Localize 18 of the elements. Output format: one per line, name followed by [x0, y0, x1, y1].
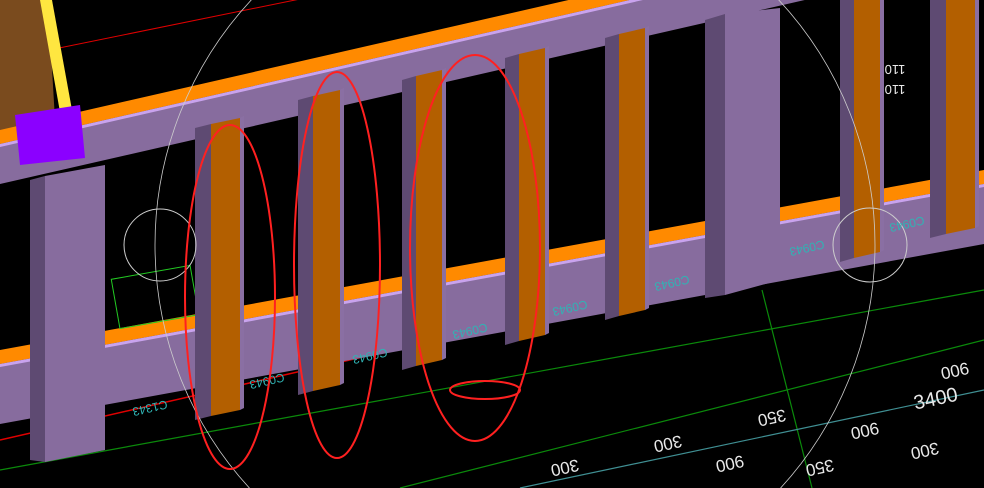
- dimension-text: 900: [849, 418, 881, 443]
- dimension-text: 3400: [912, 384, 960, 415]
- beam-label: C1343: [131, 397, 169, 419]
- beam-label: C0943: [888, 213, 926, 235]
- dimension-text: 350: [804, 455, 836, 480]
- beam-label: C0943: [351, 345, 389, 367]
- dimension-text: 300: [652, 431, 684, 456]
- beam-label: C0943: [653, 272, 691, 294]
- dimension-text: 300: [549, 455, 581, 480]
- beam-label: C0943: [788, 237, 826, 259]
- dimension-text: 900: [939, 358, 971, 383]
- dimension-text: 350: [756, 405, 788, 430]
- dimension-text: 900: [714, 451, 746, 476]
- dimension-text: 300: [909, 438, 941, 463]
- note-text: 110: [884, 82, 906, 97]
- note-text: 110: [884, 62, 906, 77]
- beam-label: C0943: [451, 320, 489, 342]
- beam-label: C0943: [551, 297, 589, 319]
